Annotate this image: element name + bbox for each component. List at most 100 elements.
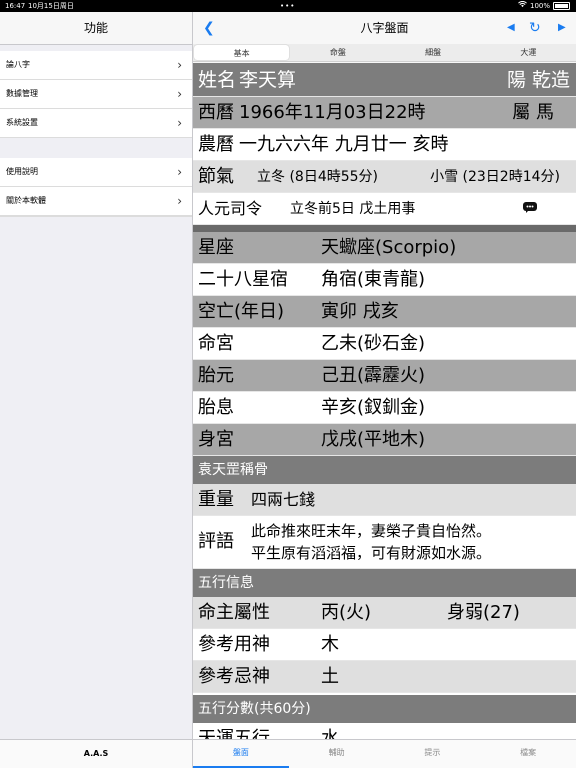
sidebar-gap [0,138,192,158]
sidebar-footer[interactable]: A.A.S [0,739,192,768]
sidebar-item-label: 系統設置 [6,118,38,127]
wuxing-row: 參考忌神 土 [193,661,576,693]
detail-value: 天蠍座(Scorpio) [321,237,457,258]
detail-value: 戊戌(平地木) [321,429,426,450]
wuxing-section-header: 五行信息 [193,569,576,597]
detail-value: 寅卯 戌亥 [321,301,399,322]
detail-row: 星座 天蠍座(Scorpio) [193,232,576,264]
chevron-right-icon: › [177,58,182,72]
bone-comment-line: 平生原有滔滔福，可有財源如水源。 [251,544,492,562]
jieqi-label: 節氣 [198,166,234,187]
lunar-label: 農曆 [198,134,234,155]
detail-value: 己丑(霹靂火) [321,365,426,386]
sidebar: 功能 論八字 › 數據管理 › 系統設置 › 使用說明 › 關於本軟體 › A.… [0,12,193,768]
sidebar-item-label: 關於本軟體 [6,196,46,205]
name-row: 姓名 李天算 陽 乾造 [193,63,576,97]
detail-label: 空亡(年日) [198,301,285,322]
zodiac-value: 屬 馬 [512,102,554,123]
detail-row: 胎元 己丑(霹靂火) [193,360,576,392]
status-bar: 16:47 10月15日周日 ••• 100% [0,0,576,12]
renyuan-row: 人元司令 立冬前5日 戊土用事 [193,193,576,225]
detail-label: 胎元 [198,365,234,386]
wuxing-score-header: 五行分數(共60分) [193,695,576,723]
battery-icon [553,2,570,10]
detail-label: 胎息 [198,397,234,418]
bone-weight-label: 重量 [198,489,234,510]
sidebar-item-bazi[interactable]: 論八字 › [0,51,192,80]
sidebar-item-label: 使用說明 [6,167,38,176]
tab-luck[interactable]: 大運 [481,44,576,61]
tab-assist[interactable]: 輔助 [289,740,385,768]
detail-label: 二十八星宿 [198,269,288,290]
detail-row: 二十八星宿 角宿(東青龍) [193,264,576,296]
tab-detail[interactable]: 細盤 [386,44,481,61]
person-name: 李天算 [239,69,297,91]
sidebar-gap [0,216,192,233]
wuxing-value: 木 [321,634,339,655]
sidebar-title: 功能 [0,12,192,45]
section-separator [193,225,576,232]
segmented-control: 基本 命盤 細盤 大運 [193,44,576,62]
wuxing-row: 命主屬性 丙(火) 身弱(27) [193,597,576,629]
wuxing-value: 土 [321,666,339,687]
wuxing-partial-label: 天運五行 [198,728,270,740]
bone-comment-line: 此命推來旺末年，妻榮子貴自怡然。 [251,522,492,540]
sidebar-item-data[interactable]: 數據管理 › [0,80,192,109]
wuxing-partial-row: 天運五行 水 [193,723,576,740]
jieqi-next: 小雪 (23日2時14分) [430,169,560,185]
wuxing-label: 參考用神 [198,634,270,655]
status-date: 10月15日周日 [28,2,74,10]
previous-icon[interactable]: ◀ [507,12,515,44]
main-panel: ❮ 八字盤面 ◀ ↻ ▶ 基本 命盤 細盤 大運 姓名 李天算 陽 乾造 西曆 … [193,12,576,768]
bottom-tab-bar: 盤面 輔助 提示 檔案 [193,739,576,768]
tab-basic[interactable]: 基本 [194,45,290,60]
western-label: 西曆 [198,102,234,123]
tab-hint[interactable]: 提示 [385,740,481,768]
tab-panel[interactable]: 盤面 [193,740,289,768]
bone-comment-label: 評語 [198,531,234,552]
page-title: 八字盤面 [360,21,409,35]
battery-percent: 100% [529,2,550,10]
bone-weight-value: 四兩七錢 [251,490,316,509]
renyuan-value: 立冬前5日 戊土用事 [290,201,416,217]
detail-label: 身宮 [198,429,234,450]
wuxing-value: 丙(火) [321,602,372,623]
wuxing-row: 參考用神 木 [193,629,576,661]
tab-file[interactable]: 檔案 [480,740,576,768]
chevron-right-icon: › [177,165,182,179]
detail-value: 辛亥(釵釧金) [321,397,426,418]
detail-value: 角宿(東青龍) [321,269,426,290]
detail-row: 身宮 戊戌(平地木) [193,424,576,456]
chevron-right-icon: › [177,116,182,130]
detail-value: 乙未(砂石金) [321,333,426,354]
next-icon[interactable]: ▶ [558,12,566,44]
wuxing-partial-value: 水 [321,728,339,740]
status-right: 100% [518,0,570,12]
name-label: 姓名 [198,69,237,91]
comment-icon[interactable] [523,202,537,214]
sidebar-item-label: 論八字 [6,60,30,69]
detail-row: 命宮 乙未(砂石金) [193,328,576,360]
bone-weight-row: 重量 四兩七錢 [193,484,576,516]
detail-label: 星座 [198,237,234,258]
lunar-date-row: 農曆 一九六六年 九月廿一 亥時 [193,129,576,161]
chevron-right-icon: › [177,87,182,101]
main-nav-bar: ❮ 八字盤面 ◀ ↻ ▶ [193,12,576,45]
sidebar-item-settings[interactable]: 系統設置 › [0,109,192,138]
refresh-icon[interactable]: ↻ [529,12,541,44]
tab-chart[interactable]: 命盤 [290,44,385,61]
detail-label: 命宮 [198,333,234,354]
detail-row: 空亡(年日) 寅卯 戌亥 [193,296,576,328]
status-time: 16:47 [5,2,26,10]
wuxing-extra: 身弱(27) [447,602,520,623]
sidebar-item-help[interactable]: 使用說明 › [0,158,192,187]
wuxing-label: 命主屬性 [198,602,270,623]
wifi-icon [518,0,527,12]
jieqi-prev: 立冬 (8日4時55分) [257,169,379,185]
gender-value: 陽 乾造 [506,69,570,91]
multitask-dots[interactable]: ••• [280,0,295,12]
content-area[interactable]: 姓名 李天算 陽 乾造 西曆 1966年11月03日22時 屬 馬 農曆 一九六… [193,63,576,740]
detail-row: 胎息 辛亥(釵釧金) [193,392,576,424]
sidebar-item-about[interactable]: 關於本軟體 › [0,187,192,216]
western-value: 1966年11月03日22時 [239,102,426,123]
